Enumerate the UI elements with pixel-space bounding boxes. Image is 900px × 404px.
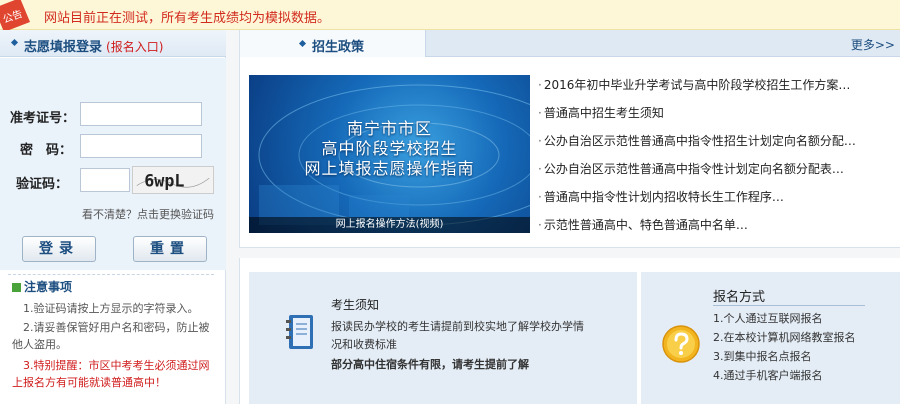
captcha-row: 验证码： 6wpL [0, 166, 226, 194]
policy-panel: 招生政策 更多>> 南宁市市区 高中阶段学校招生 网上填报志愿操作指南 网上报名… [239, 30, 900, 248]
exam-id-input[interactable] [80, 102, 202, 126]
registration-item: 1.个人通过互联网报名 [713, 312, 823, 325]
exam-id-row: 准考证号： [0, 102, 226, 128]
guide-title: 考生须知 [331, 298, 380, 312]
banner-caption[interactable]: 网上报名操作方法(视频) [249, 217, 530, 233]
registration-title: 报名方式 [713, 290, 766, 305]
login-form: 准考证号： 密 码： 验证码： 6wpL 看不清楚？点击更换验证码 登录 重置 [0, 58, 226, 270]
registration-divider [713, 305, 865, 306]
captcha-label: 验证码： [16, 177, 69, 192]
note-item-warning: 3.特别提醒：市区中考考生必须通过网上报名方有可能就读普通高中！ [12, 359, 210, 389]
login-button[interactable]: 登录 [22, 236, 96, 262]
registration-box: 报名方式 1.个人通过互联网报名 2.在本校计算机网络教室报名 3.到集中报名点… [641, 272, 900, 404]
password-label: 密 码： [20, 143, 73, 158]
note-item: 1.验证码请按上方显示的字符录入。 [12, 302, 199, 315]
grid-icon [12, 283, 21, 292]
question-icon [662, 325, 700, 363]
notebook-icon [286, 315, 313, 349]
news-item[interactable]: · 普通高中招生考生须知 [538, 104, 898, 121]
news-item[interactable]: · 公办自治区示范性普通高中指令性招生计划定向名额分配… [538, 132, 898, 149]
banner-line: 网上填报志愿操作指南 [304, 159, 475, 178]
notice-bar: 公告 网站目前正在测试，所有考生成绩均为模拟数据。 [0, 0, 900, 32]
notes-title: 注意事项 [12, 278, 72, 295]
guide-text: 报读民办学校的考生请提前到校实地了解学校办学情况和收费标准 [331, 320, 584, 351]
policy-tabbar: 招生政策 更多>> [240, 30, 900, 57]
registration-item: 2.在本校计算机网络教室报名 [713, 331, 856, 344]
tab-policy-label: 招生政策 [312, 40, 365, 55]
captcha-input[interactable] [80, 168, 130, 192]
guide-banner[interactable]: 南宁市市区 高中阶段学校招生 网上填报志愿操作指南 网上报名操作方法(视频) [249, 75, 530, 233]
notice-badge-icon: 公告 [0, 0, 30, 32]
news-item[interactable]: · 公办自治区示范性普通高中指令性计划定向名额分配表… [538, 160, 898, 177]
divider [8, 274, 214, 275]
password-row: 密 码： [0, 134, 226, 160]
login-title: 志愿填报登录 (报名入口) [24, 40, 164, 55]
refresh-captcha-link[interactable]: 看不清楚？点击更换验证码 [82, 206, 214, 222]
info-section: 考生须知 报读民办学校的考生请提前到校实地了解学校办学情况和收费标准 部分高中住… [239, 258, 900, 404]
login-panel-header: 志愿填报登录 (报名入口) [0, 30, 226, 57]
guide-note: 部分高中住宿条件有限，请考生提前了解 [331, 358, 529, 371]
news-item[interactable]: · 示范性普通高中、特色普通高中名单… [538, 216, 898, 233]
svg-text:6wpL: 6wpL [144, 171, 184, 191]
more-link[interactable]: 更多>> [851, 36, 895, 53]
password-input[interactable] [80, 134, 202, 158]
login-subtitle: (报名入口) [106, 40, 164, 54]
exam-id-label: 准考证号： [10, 111, 76, 126]
login-panel: 志愿填报登录 (报名入口) 准考证号： 密 码： 验证码： 6wpL 看不清楚？点… [0, 30, 226, 404]
news-item[interactable]: · 2016年初中毕业升学考试与高中阶段学校招生工作方案… [538, 76, 898, 93]
tab-policy[interactable]: 招生政策 [240, 30, 426, 57]
registration-item: 4.通过手机客户端报名 [713, 369, 823, 382]
diamond-icon [298, 39, 307, 48]
guide-box: 考生须知 报读民办学校的考生请提前到校实地了解学校办学情况和收费标准 部分高中住… [249, 272, 637, 404]
captcha-image[interactable]: 6wpL [132, 166, 214, 194]
reset-button[interactable]: 重置 [133, 236, 207, 262]
news-item[interactable]: · 普通高中指令性计划内招收特长生工作程序… [538, 188, 898, 205]
notice-text: 网站目前正在测试，所有考生成绩均为模拟数据。 [44, 11, 331, 26]
diamond-icon [10, 38, 19, 47]
registration-item: 3.到集中报名点报名 [713, 350, 812, 363]
note-item: 2.请妥善保管好用户名和密码，防止被他人盗用。 [12, 321, 210, 351]
